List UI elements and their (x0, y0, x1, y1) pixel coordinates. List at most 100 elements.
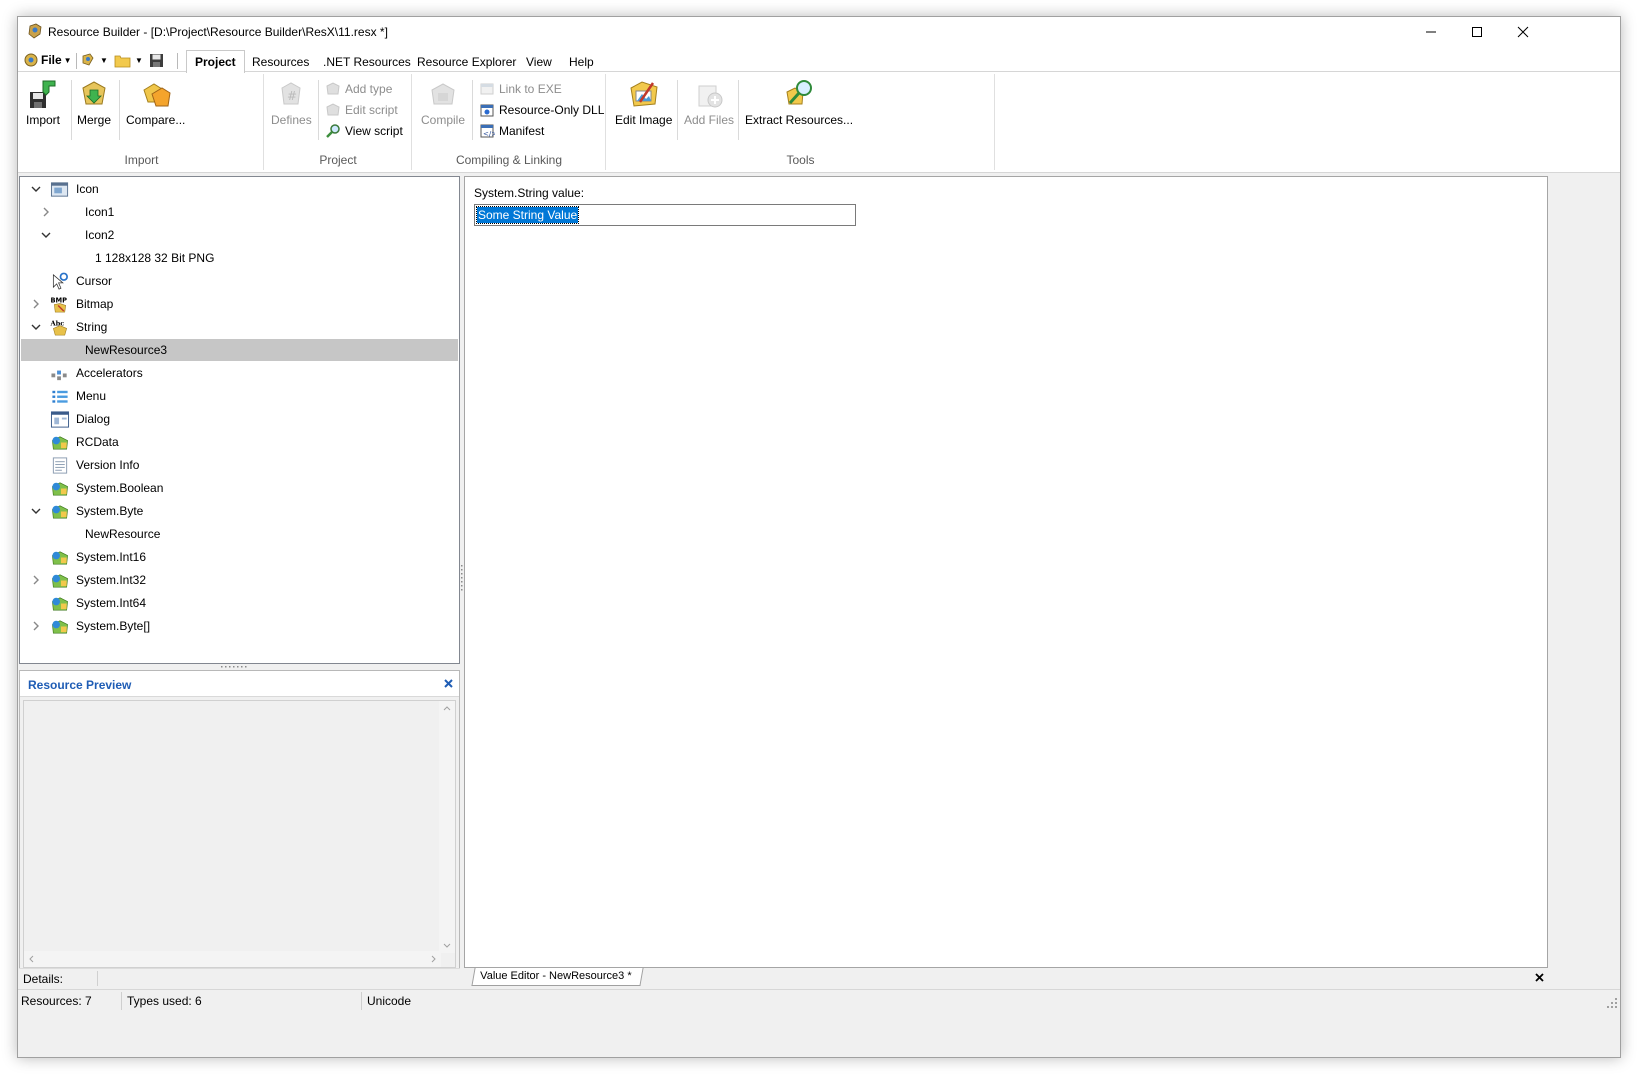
tree-node-cursor[interactable]: Cursor (21, 270, 458, 292)
ribbon-tab-row: File ▼ ▼ ▼ Project Resources .NET Resour… (18, 47, 1620, 73)
edit-image-button[interactable]: Edit Image (615, 78, 672, 130)
view-script-label: View script (345, 124, 403, 138)
tree-node-label: NewResource3 (85, 343, 168, 357)
tree-node-bitmap[interactable]: BMP Bitmap (21, 293, 458, 315)
preview-title: Resource Preview (28, 678, 132, 692)
tree-node-label: System.Int64 (76, 596, 147, 610)
tab-help[interactable]: Help (560, 50, 603, 72)
chevron-down-icon: ▼ (100, 55, 108, 65)
add-files-icon (698, 85, 723, 108)
net-type-icon (52, 597, 68, 611)
add-type-icon (326, 82, 340, 95)
tree-node-system-boolean[interactable]: System.Boolean (21, 477, 458, 499)
edit-script-button[interactable]: Edit script (325, 100, 398, 120)
selected-value-text: Some String Value (475, 206, 580, 224)
value-editor-pane: System.String value: Some String Value (464, 176, 1548, 968)
add-type-button[interactable]: Add type (325, 79, 392, 99)
tab-view[interactable]: View (517, 50, 561, 72)
title-bar[interactable]: Resource Builder - [D:\Project\Resource … (18, 17, 1620, 47)
resize-grip-icon[interactable] (1606, 997, 1618, 1009)
chevron-down-icon[interactable] (30, 183, 42, 195)
string-icon: Abc (50, 320, 67, 336)
vertical-scrollbar[interactable] (439, 701, 455, 953)
compare-icon (143, 83, 171, 107)
chevron-right-icon[interactable] (40, 206, 52, 218)
dialog-icon (50, 411, 70, 428)
details-label: Details: (23, 972, 64, 986)
tree-node-system-int64[interactable]: System.Int64 (21, 592, 458, 614)
horizontal-scrollbar[interactable] (24, 951, 441, 967)
compare-button[interactable]: Compare... (126, 78, 185, 130)
new-project-button[interactable]: ▼ (80, 50, 108, 70)
extract-resources-button[interactable]: Extract Resources... (745, 78, 853, 130)
extract-resources-label: Extract Resources... (745, 113, 854, 127)
file-orb-icon (24, 53, 38, 67)
close-document-button[interactable] (1532, 970, 1546, 984)
group-label-compiling: Compiling & Linking (455, 153, 563, 167)
save-button[interactable] (149, 50, 164, 70)
chevron-right-icon[interactable] (30, 298, 42, 310)
resource-tree[interactable]: Icon Icon1 Icon2 1 128x128 32 Bit PNG Cursor… (19, 176, 460, 664)
tree-node-label: Icon (76, 182, 99, 196)
tree-node-icon2[interactable]: Icon2 (21, 224, 458, 246)
merge-button[interactable]: Merge (77, 78, 111, 130)
merge-label: Merge (77, 113, 112, 127)
folder-icon (114, 55, 131, 67)
icon-type-icon (50, 182, 69, 197)
bitmap-icon: BMP (51, 297, 68, 313)
chevron-right-icon[interactable] (30, 574, 42, 586)
tree-node-system-byte[interactable]: System.Byte[] (21, 615, 458, 637)
group-label-import: Import (124, 153, 159, 167)
tree-node-string[interactable]: Abc String (21, 316, 458, 338)
ribbon-group-project: # Defines Add type Edit script View scri… (265, 74, 412, 170)
preview-close-button[interactable] (441, 676, 455, 690)
tab-project[interactable]: Project (186, 50, 245, 73)
file-menu-button[interactable]: File ▼ (24, 50, 72, 70)
manifest-button[interactable]: </> Manifest (479, 121, 544, 141)
tab-net-resources[interactable]: .NET Resources (314, 50, 420, 72)
tree-node-newresource[interactable]: NewResource (21, 523, 458, 545)
close-window-button[interactable] (1500, 17, 1546, 47)
import-button[interactable]: Import (26, 78, 60, 130)
svg-text:BMP: BMP (51, 297, 68, 305)
tree-node-icon1[interactable]: Icon1 (21, 201, 458, 223)
tree-node-dialog[interactable]: Dialog (21, 408, 458, 430)
tree-node-label: System.Byte (76, 504, 144, 518)
status-encoding: Unicode (367, 994, 412, 1008)
tree-node-newresource3[interactable]: NewResource3 (21, 339, 458, 361)
tree-node-label: System.Int32 (76, 573, 147, 587)
tree-node-icon[interactable]: Icon (21, 178, 458, 200)
chevron-down-icon[interactable] (30, 321, 42, 333)
resource-only-dll-label: Resource-Only DLL (499, 103, 605, 117)
open-folder-button[interactable]: ▼ (114, 50, 143, 70)
tab-resource-explorer[interactable]: Resource Explorer (408, 50, 525, 72)
horizontal-splitter-grip[interactable] (221, 665, 247, 669)
view-script-button[interactable]: View script (325, 121, 403, 141)
net-type-icon (52, 574, 68, 588)
save-icon (150, 53, 163, 67)
chevron-down-icon[interactable] (30, 505, 42, 517)
tab-label: Project (195, 55, 236, 69)
status-bar: Resources: 7 Types used: 6 Unicode (18, 989, 1620, 1011)
edit-image-label: Edit Image (615, 113, 673, 127)
tree-node-system-byte[interactable]: System.Byte (21, 500, 458, 522)
minimize-button[interactable] (1408, 17, 1454, 47)
tree-node-accelerators[interactable]: Accelerators (21, 362, 458, 384)
defines-button[interactable]: # Defines (271, 78, 312, 130)
tree-node-system-int32[interactable]: System.Int32 (21, 569, 458, 591)
chevron-down-icon[interactable] (40, 229, 52, 241)
tree-node-menu[interactable]: Menu (21, 385, 458, 407)
add-files-button[interactable]: Add Files (684, 78, 734, 130)
link-to-exe-button[interactable]: Link to EXE (479, 79, 562, 99)
tab-resources[interactable]: Resources (243, 50, 318, 72)
net-type-icon (52, 505, 68, 519)
tree-node-version-info[interactable]: Version Info (21, 454, 458, 476)
maximize-button[interactable] (1454, 17, 1500, 47)
tree-node-rcdata[interactable]: RCData (21, 431, 458, 453)
chevron-right-icon[interactable] (30, 620, 42, 632)
resource-only-dll-button[interactable]: Resource-Only DLL (479, 100, 604, 120)
tree-node-system-int16[interactable]: System.Int16 (21, 546, 458, 568)
tree-node-1-128x128-32-bit-png[interactable]: 1 128x128 32 Bit PNG (21, 247, 458, 269)
tab-value-editor[interactable]: Value Editor - NewResource3 * (471, 968, 645, 986)
compile-button[interactable]: Compile (421, 78, 465, 130)
